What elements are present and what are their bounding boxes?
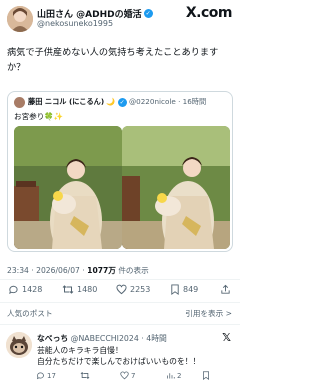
- like-button[interactable]: 2253: [116, 284, 150, 295]
- retweet-icon: [62, 285, 74, 294]
- reply-reply-count: 17: [47, 371, 56, 380]
- like-count: 2253: [130, 285, 151, 294]
- heart-icon: [116, 284, 127, 295]
- reply-count: 1428: [22, 285, 43, 294]
- reply-text-line: 自分たちだけで楽しんでおけばいいものを！！: [37, 357, 201, 366]
- divider: [0, 302, 240, 303]
- retweet-icon: [80, 372, 90, 379]
- reply-author-avatar[interactable]: [6, 332, 32, 358]
- bookmark-icon: [171, 284, 179, 295]
- popular-posts-link[interactable]: 人気のポスト: [7, 308, 53, 319]
- share-button[interactable]: [220, 284, 231, 295]
- view-quotes-link[interactable]: 引用を表示 >: [185, 308, 232, 319]
- reply-author-name[interactable]: なべっち: [37, 334, 68, 343]
- reply-views-count: 2: [177, 371, 182, 380]
- x-logo: X.com: [185, 5, 233, 21]
- quoted-author-name[interactable]: 藤田 ニコル (にこるん): [28, 97, 104, 106]
- views-label: 件の表示: [118, 266, 149, 275]
- retweet-button[interactable]: 1480: [62, 284, 97, 295]
- heart-icon: [120, 371, 129, 380]
- reply-icon: [9, 285, 18, 295]
- quoted-photo-2[interactable]: [122, 126, 230, 249]
- views-count: 1077万: [87, 266, 116, 275]
- views-icon: [167, 373, 175, 379]
- tweet-meta: 23:34 · 2026/06/07 · 1077万 件の表示: [7, 265, 149, 276]
- quoted-header: 藤田 ニコル (にこるん) 🌙 ✓ @0220nicole · 16時間: [28, 97, 206, 107]
- verified-badge-icon: ✓: [143, 9, 153, 18]
- author-avatar[interactable]: [7, 6, 33, 32]
- quoted-tweet-card[interactable]: 藤田 ニコル (にこるん) 🌙 ✓ @0220nicole · 16時間 お宮参…: [7, 91, 233, 252]
- moon-icon: 🌙: [106, 97, 116, 106]
- reply-header: なべっち @NABECCHI2024 · 4時間: [37, 333, 167, 344]
- bookmark-icon: [203, 371, 209, 380]
- reply-like-count: 7: [131, 371, 136, 380]
- reply-text-line: 芸能人のキラキラ自慢！: [37, 346, 123, 355]
- divider: [0, 324, 240, 325]
- reply-time: · 4時間: [141, 334, 167, 343]
- retweet-count: 1480: [77, 285, 98, 294]
- reply-like-button[interactable]: 7: [120, 371, 135, 380]
- quoted-time: · 16時間: [178, 97, 207, 106]
- reply-icon: [36, 372, 44, 380]
- tweet-text: 病気で子供産めない人の気持ち考えたことありますか？: [7, 47, 219, 73]
- reply-author-handle[interactable]: @NABECCHI2024: [71, 334, 139, 343]
- reply-bookmark-button[interactable]: [202, 371, 210, 380]
- bookmark-button[interactable]: 849: [170, 284, 198, 295]
- reply-reply-button[interactable]: 17: [36, 371, 56, 380]
- quoted-author-avatar[interactable]: [14, 97, 25, 108]
- reply-views-button[interactable]: 2: [166, 371, 181, 380]
- bookmark-count: 849: [183, 285, 199, 294]
- verified-badge-icon: ✓: [117, 98, 127, 107]
- share-icon: [221, 284, 230, 294]
- quoted-photo-1[interactable]: [14, 126, 122, 249]
- author-handle[interactable]: @nekosuneko1995: [37, 19, 113, 28]
- tweet-timestamp[interactable]: 23:34 · 2026/06/07 ·: [7, 266, 85, 275]
- reply-retweet-button[interactable]: [80, 371, 92, 380]
- reply-button[interactable]: 1428: [8, 284, 42, 295]
- quoted-text: お宮参り🍀✨: [14, 112, 64, 121]
- quoted-author-handle[interactable]: @0220nicole: [129, 97, 176, 106]
- reply-text: 芸能人のキラキラ自慢！ 自分たちだけで楽しんでおけばいいものを！！: [37, 345, 227, 367]
- reply-actions: 17 7 2: [30, 371, 240, 385]
- x-logo-small: 𝕏: [222, 331, 231, 344]
- tweet-actions: 1428 1480 2253 849: [0, 280, 240, 300]
